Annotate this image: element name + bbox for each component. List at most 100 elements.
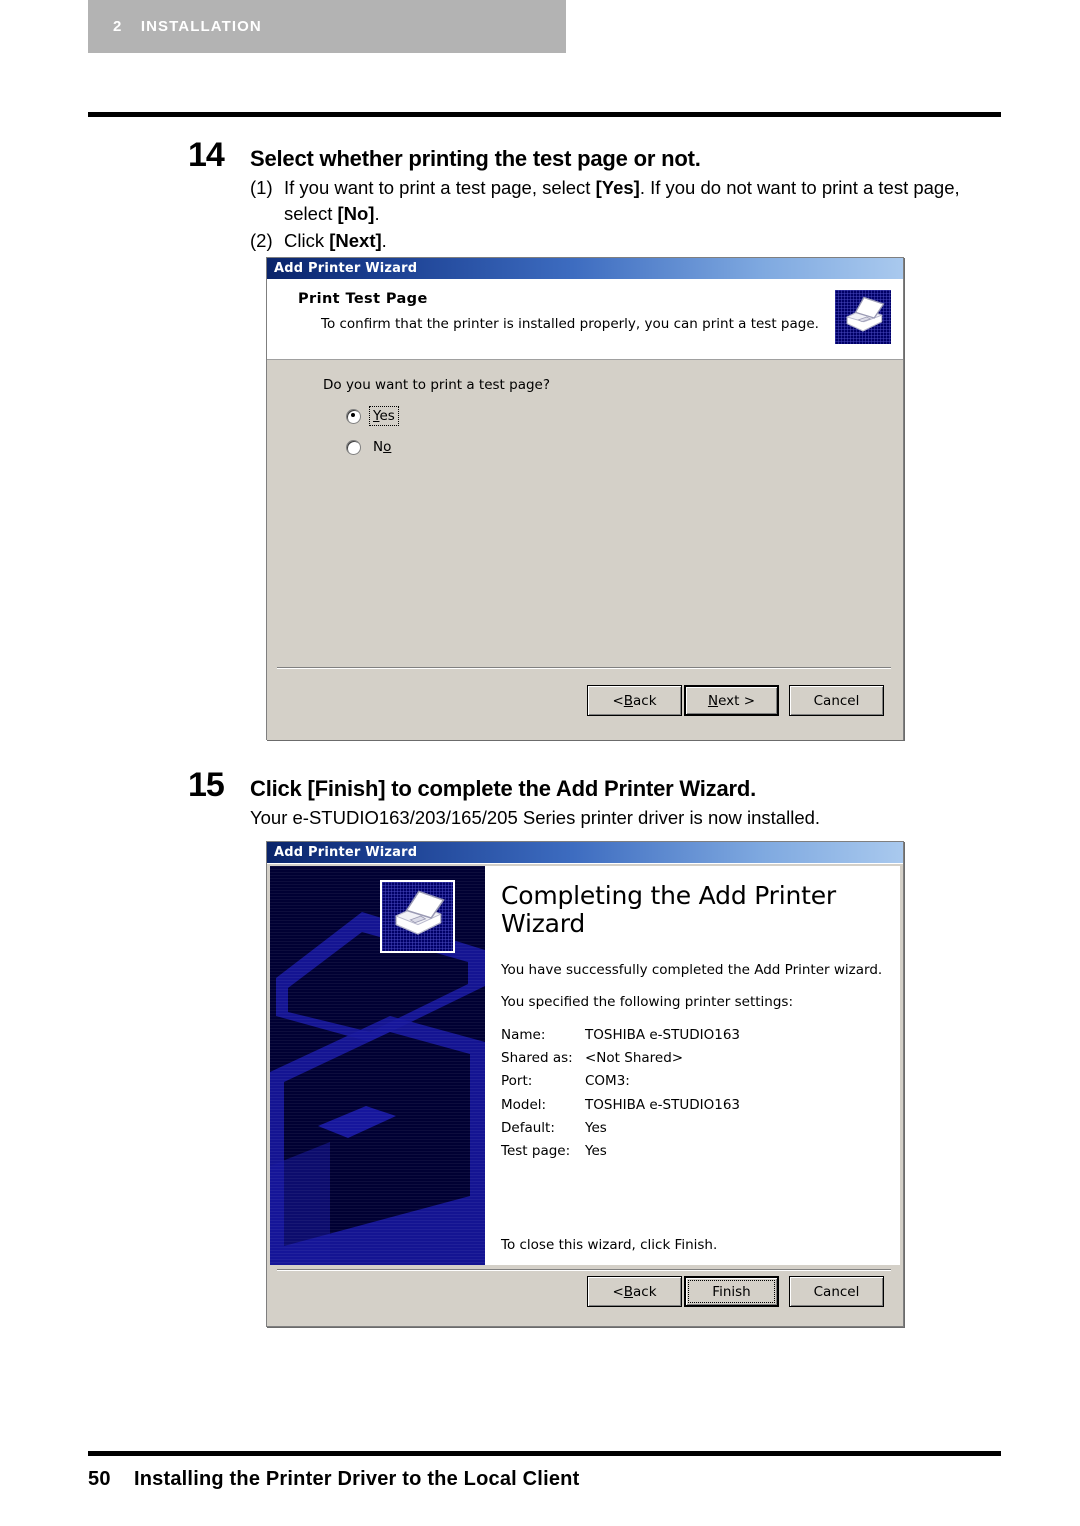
settings-key: Default:	[501, 1119, 555, 1136]
settings-row: Default: Yes	[501, 1117, 831, 1140]
back-button[interactable]: < Back	[587, 1276, 682, 1307]
substep-text-part: If you want to print a test page, select	[284, 177, 596, 198]
header-rule	[88, 112, 1001, 117]
step-14: 14 Select whether printing the test page…	[188, 136, 1008, 254]
substep-marker: (2)	[250, 229, 273, 251]
step-15-title: Click [Finish] to complete the Add Print…	[250, 776, 757, 801]
test-page-question: Do you want to print a test page?	[323, 377, 551, 393]
radio-no-accel: o	[383, 439, 392, 455]
substep-bold-yes: [Yes]	[595, 177, 640, 198]
radio-yes-text: es	[379, 408, 395, 424]
cancel-button-label: Cancel	[813, 692, 860, 709]
dialog-header-title: Print Test Page	[298, 291, 428, 307]
radio-yes-label[interactable]: Yes	[369, 406, 399, 426]
back-button-accel: B	[623, 1283, 634, 1300]
finish-button[interactable]: Finish	[684, 1276, 779, 1307]
substep-bold-no: [No]	[337, 203, 375, 225]
substep-text-part: .	[374, 203, 380, 225]
wizard-banner-graphic	[270, 866, 485, 1265]
radio-no-indicator[interactable]	[346, 439, 361, 455]
wizard-heading: Completing the Add Printer Wizard	[501, 881, 836, 938]
add-printer-wizard-completing-dialog[interactable]: Add Printer Wizard Completing the Add Pr…	[266, 841, 904, 1327]
next-button-inner: Next >	[686, 687, 777, 714]
next-button-accel: N	[707, 692, 719, 709]
settings-row: Shared as: <Not Shared>	[501, 1047, 831, 1070]
back-button-label: ack	[633, 692, 657, 709]
cancel-button-inner: Cancel	[790, 1277, 883, 1306]
footer: 50 Installing the Printer Driver to the …	[88, 1468, 579, 1491]
step-14-heading: 14 Select whether printing the test page…	[188, 136, 1008, 175]
finish-button-label: Finish	[712, 1283, 751, 1300]
printer-settings-list: Name: TOSHIBA e-STUDIO163 Shared as: <No…	[501, 1024, 831, 1163]
step-14-title: Select whether printing the test page or…	[250, 146, 701, 171]
wizard-paragraph-1: You have successfully completed the Add …	[501, 962, 883, 978]
finish-button-inner: Finish	[686, 1278, 777, 1305]
substep-text: If you want to print a test page, select…	[284, 175, 1008, 228]
footer-page-number: 50	[88, 1468, 111, 1490]
cancel-button-inner: Cancel	[790, 686, 883, 715]
step-15: 15 Click [Finish] to complete the Add Pr…	[188, 766, 1008, 831]
radio-yes-indicator[interactable]	[346, 408, 361, 424]
settings-key: Port:	[501, 1073, 533, 1090]
next-button-label: ext >	[718, 692, 756, 709]
dialog-body: Do you want to print a test page? Yes No…	[267, 360, 903, 740]
back-button-inner: < Back	[588, 1277, 681, 1306]
settings-row: Model: TOSHIBA e-STUDIO163	[501, 1094, 831, 1117]
substep-marker: (1)	[250, 177, 273, 198]
step-14-substep-1: (1) If you want to print a test page, se…	[250, 175, 1008, 228]
settings-value: Yes	[585, 1119, 607, 1136]
cancel-button[interactable]: Cancel	[789, 685, 884, 716]
back-button-prefix: <	[612, 1283, 624, 1300]
dialog-titlebar[interactable]: Add Printer Wizard	[267, 258, 903, 280]
radio-option-yes[interactable]: Yes	[346, 406, 399, 426]
back-button-label: ack	[633, 1283, 657, 1300]
printer-icon-glyph	[394, 890, 445, 935]
settings-row: Test page: Yes	[501, 1140, 831, 1163]
settings-value: <Not Shared>	[585, 1050, 684, 1067]
radio-no-text: N	[373, 439, 384, 455]
dialog-title: Add Printer Wizard	[274, 261, 418, 276]
wizard-content-panel: Completing the Add Printer Wizard You ha…	[485, 866, 900, 1265]
back-button-accel: B	[623, 692, 634, 709]
chapter-title: INSTALLATION	[140, 18, 262, 35]
settings-row: Name: TOSHIBA e-STUDIO163	[501, 1024, 831, 1047]
step-15-description: Your e-STUDIO163/203/165/205 Series prin…	[250, 807, 821, 828]
settings-key: Shared as:	[501, 1050, 573, 1067]
settings-key: Name:	[501, 1027, 546, 1043]
add-printer-wizard-test-page-dialog[interactable]: Add Printer Wizard Print Test Page To co…	[266, 257, 904, 740]
settings-key: Model:	[501, 1096, 547, 1113]
back-button-inner: < Back	[588, 686, 681, 715]
chapter-band: 2 INSTALLATION	[88, 0, 566, 53]
substep-text-part: .	[381, 229, 387, 251]
button-bar-separator	[277, 1269, 891, 1271]
step-15-heading: 15 Click [Finish] to complete the Add Pr…	[188, 766, 1008, 805]
chapter-number: 2	[113, 18, 122, 35]
wizard-paragraph-2: You specified the following printer sett…	[501, 994, 793, 1010]
settings-value: TOSHIBA e-STUDIO163	[585, 1027, 741, 1043]
printer-icon	[833, 288, 893, 346]
button-bar-separator	[277, 667, 891, 669]
next-button[interactable]: Next >	[684, 685, 779, 716]
radio-no-label[interactable]: No	[370, 438, 394, 456]
printer-icon	[380, 880, 455, 953]
substep-text: Click [Next].	[284, 228, 1008, 254]
step-15-body: Your e-STUDIO163/203/165/205 Series prin…	[250, 805, 1008, 831]
settings-value: TOSHIBA e-STUDIO163	[585, 1096, 741, 1113]
back-button-prefix: <	[612, 692, 624, 709]
settings-key: Test page:	[501, 1143, 571, 1160]
back-button[interactable]: < Back	[587, 685, 682, 716]
settings-value: Yes	[585, 1143, 607, 1160]
cancel-button-label: Cancel	[813, 1283, 860, 1300]
substep-text-part: Click	[284, 229, 330, 251]
step-14-substep-2: (2) Click [Next].	[250, 228, 1008, 254]
step-14-body: (1) If you want to print a test page, se…	[250, 175, 1008, 254]
footer-rule	[88, 1451, 1001, 1456]
settings-value: COM3:	[585, 1073, 630, 1090]
settings-row: Port: COM3:	[501, 1070, 831, 1093]
dialog2-title: Add Printer Wizard	[274, 845, 418, 860]
dialog2-titlebar[interactable]: Add Printer Wizard	[267, 842, 903, 864]
dialog-header-subtitle: To confirm that the printer is installed…	[321, 316, 819, 332]
cancel-button[interactable]: Cancel	[789, 1276, 884, 1307]
wizard-closing-text: To close this wizard, click Finish.	[501, 1237, 718, 1253]
radio-option-no[interactable]: No	[346, 438, 394, 456]
